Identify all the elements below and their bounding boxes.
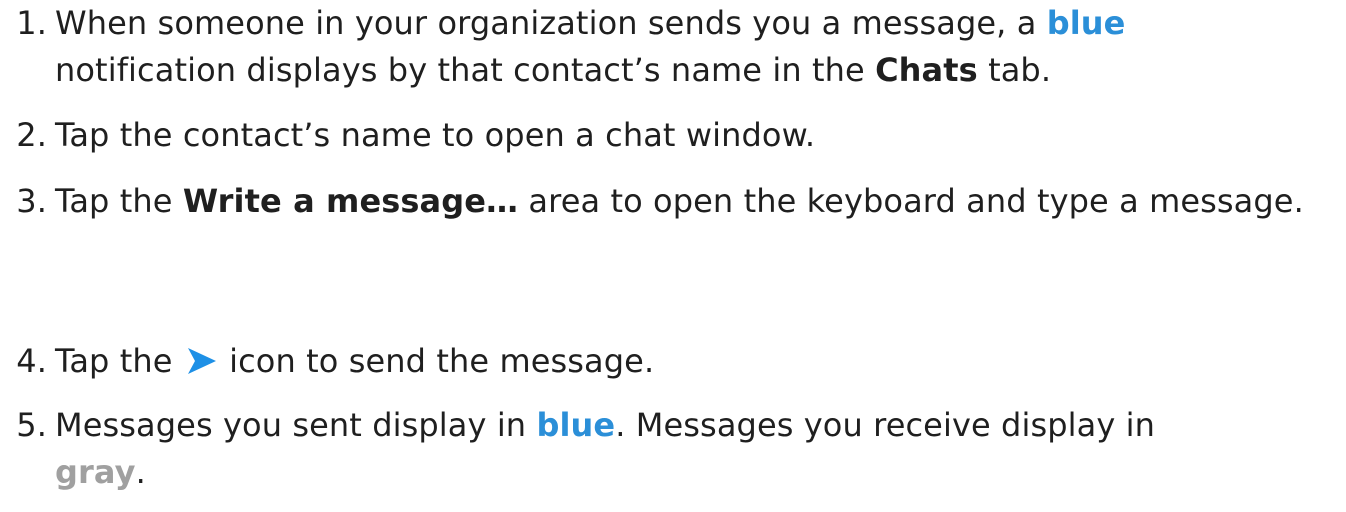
step-3: 3. Tap the Write a message… area to open… — [0, 178, 1346, 225]
step-1: 1. When someone in your organization sen… — [0, 0, 1346, 94]
keyword-gray: gray — [55, 453, 136, 491]
keyword-blue: blue — [536, 406, 616, 444]
step-5: 5. Messages you sent display in blue. Me… — [0, 402, 1346, 496]
text-segment: tab. — [977, 51, 1052, 89]
keyword-chats: Chats — [875, 51, 978, 89]
step-text: Messages you sent display in blue. Messa… — [55, 402, 1346, 496]
text-segment: Tap the — [55, 182, 183, 220]
text-segment: Tap the contact’s name to open a chat wi… — [55, 116, 816, 154]
step-4: 4. Tap the icon to send the message. — [0, 338, 1346, 385]
step-number: 5. — [16, 406, 47, 444]
text-segment: . Messages you receive display in — [615, 406, 1156, 444]
text-segment: Messages you sent display in — [55, 406, 537, 444]
text-segment: When someone in your organization sends … — [55, 4, 1047, 42]
step-text: When someone in your organization sends … — [55, 0, 1346, 94]
text-segment: area to open the keyboard and type a mes… — [518, 182, 1304, 220]
step-text: Tap the contact’s name to open a chat wi… — [55, 112, 1346, 159]
step-2: 2. Tap the contact’s name to open a chat… — [0, 112, 1346, 159]
step-text: Tap the Write a message… area to open th… — [55, 178, 1346, 225]
text-segment: Tap the — [55, 342, 183, 380]
keyword-blue: blue — [1046, 4, 1126, 42]
step-number: 1. — [16, 4, 47, 42]
step-text: Tap the icon to send the message. — [55, 338, 1346, 385]
instruction-steps: 1. When someone in your organization sen… — [0, 0, 1346, 512]
step-number: 2. — [16, 116, 47, 154]
step-number: 4. — [16, 342, 47, 380]
keyword-write-a-message: Write a message… — [182, 182, 519, 220]
text-segment: notification displays by that contact’s … — [55, 51, 876, 89]
send-arrow-icon — [187, 348, 216, 374]
text-segment: icon to send the message. — [218, 342, 655, 380]
step-number: 3. — [16, 182, 47, 220]
text-segment: . — [135, 453, 146, 491]
